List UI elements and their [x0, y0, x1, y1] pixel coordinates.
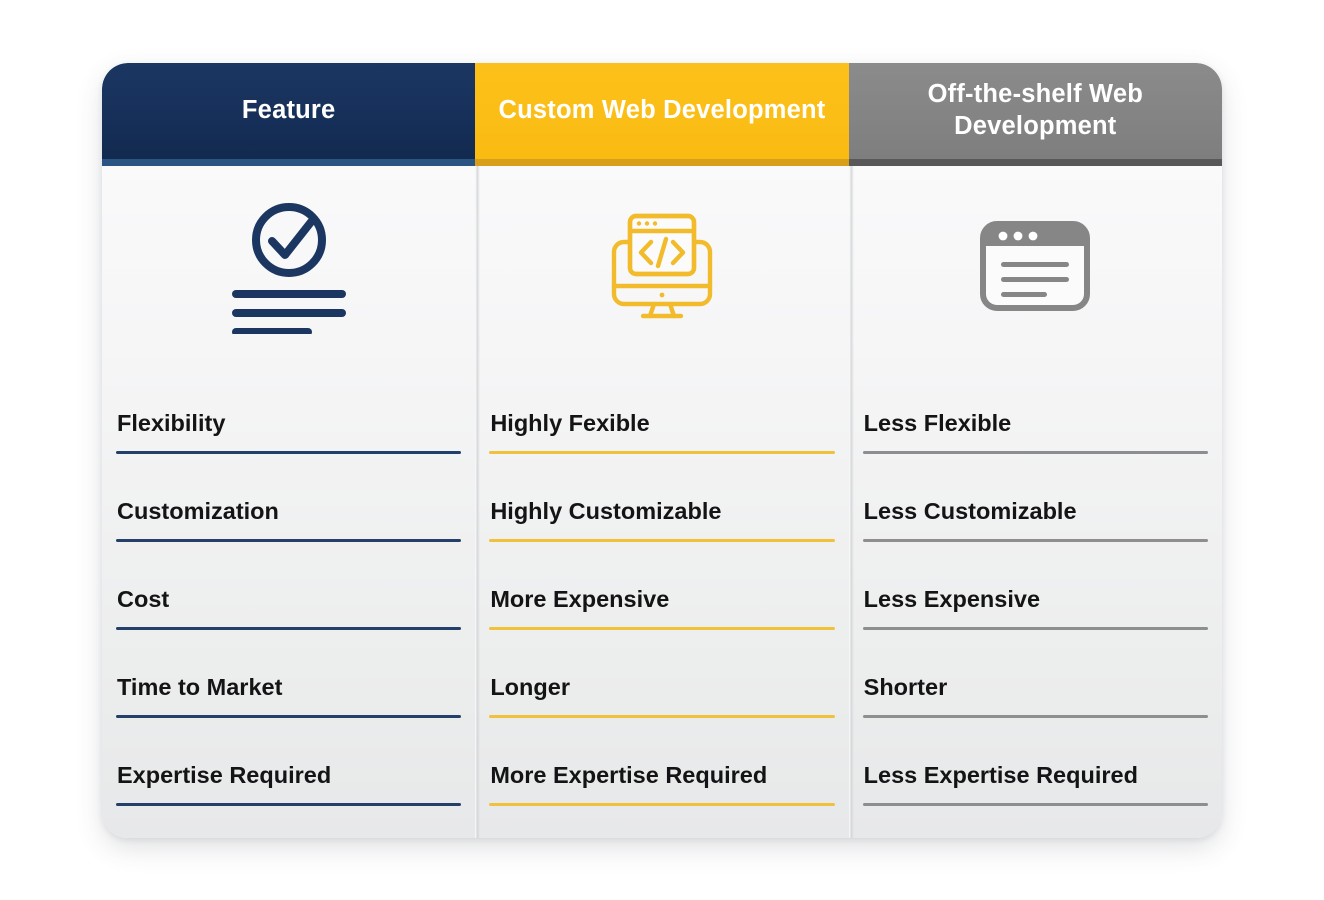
- column-header-feature: Feature: [102, 62, 476, 166]
- cell-label: More Expensive: [490, 585, 670, 612]
- cell-label: Customization: [117, 497, 279, 524]
- table-row: Less Expertise Required: [862, 718, 1208, 806]
- column-feature-rows: Flexibility Customization Cost Time to M…: [116, 366, 462, 838]
- cell-label: Highly Fexible: [490, 409, 650, 436]
- cell-underline: [489, 802, 835, 806]
- cell-underline: [489, 714, 835, 718]
- cell-underline: [862, 802, 1208, 806]
- column-bottom-spacer: [863, 806, 1208, 838]
- column-bottom-spacer: [116, 806, 461, 838]
- checklist-icon: [116, 166, 461, 366]
- cell-underline: [116, 450, 462, 454]
- table-row: Customization: [116, 454, 462, 542]
- column-custom-web-development-rows: Highly Fexible Highly Customizable More …: [489, 366, 835, 838]
- cell-label: Flexibility: [117, 409, 226, 436]
- cell-underline: [116, 538, 462, 542]
- table-row: Longer: [489, 630, 835, 718]
- table-header-row: Feature Custom Web Development Off-the-s…: [102, 62, 1222, 166]
- table-body: Flexibility Customization Cost Time to M…: [102, 159, 1222, 838]
- cell-label: Less Expensive: [863, 585, 1041, 612]
- table-row: Expertise Required: [116, 718, 462, 806]
- column-off-the-shelf-web-development: Less Flexible Less Customizable Less Exp…: [848, 165, 1222, 838]
- cell-label: Highly Customizable: [490, 497, 722, 524]
- cell-label: More Expertise Required: [490, 761, 768, 788]
- cell-underline: [116, 714, 462, 718]
- column-feature: Flexibility Customization Cost Time to M…: [102, 166, 475, 838]
- column-off-the-shelf-web-development-rows: Less Flexible Less Customizable Less Exp…: [862, 366, 1208, 838]
- column-header-custom-web-development: Custom Web Development: [475, 62, 849, 166]
- column-bottom-spacer: [489, 806, 834, 838]
- cell-label: Expertise Required: [117, 761, 332, 788]
- cell-underline: [862, 450, 1208, 454]
- table-row: Highly Fexible: [489, 366, 835, 454]
- code-monitor-icon: [489, 166, 834, 366]
- cell-label: Less Expertise Required: [863, 761, 1138, 788]
- cell-underline: [862, 626, 1208, 630]
- table-row: Highly Customizable: [489, 454, 835, 542]
- table-row: Time to Market: [116, 630, 462, 718]
- cell-label: Longer: [490, 673, 570, 700]
- comparison-table-card: Feature Custom Web Development Off-the-s…: [102, 62, 1222, 838]
- browser-window-icon: [863, 166, 1208, 366]
- table-row: Less Customizable: [862, 454, 1208, 542]
- cell-label: Cost: [117, 585, 170, 612]
- table-row: Cost: [116, 542, 462, 630]
- cell-label: Less Flexible: [863, 409, 1012, 436]
- column-custom-web-development: Highly Fexible Highly Customizable More …: [475, 165, 848, 838]
- cell-underline: [489, 538, 835, 542]
- table-row: More Expertise Required: [489, 718, 835, 806]
- cell-underline: [862, 714, 1208, 718]
- cell-underline: [862, 538, 1208, 542]
- table-row: Shorter: [862, 630, 1208, 718]
- column-header-off-the-shelf-web-development: Off-the-shelf Web Development: [848, 62, 1222, 166]
- cell-underline: [116, 802, 462, 806]
- column-header-custom-web-development-label: Custom Web Development: [498, 95, 826, 124]
- cell-underline: [489, 450, 835, 454]
- cell-underline: [116, 626, 462, 630]
- column-header-feature-label: Feature: [241, 95, 336, 124]
- table-row: Flexibility: [116, 366, 462, 454]
- table-row: Less Flexible: [862, 366, 1208, 454]
- cell-label: Time to Market: [117, 673, 283, 700]
- table-row: Less Expensive: [862, 542, 1208, 630]
- cell-label: Less Customizable: [863, 497, 1077, 524]
- table-row: More Expensive: [489, 542, 835, 630]
- cell-underline: [489, 626, 835, 630]
- cell-label: Shorter: [863, 673, 948, 700]
- column-header-off-the-shelf-web-development-label: Off-the-shelf Web Development: [927, 80, 1144, 140]
